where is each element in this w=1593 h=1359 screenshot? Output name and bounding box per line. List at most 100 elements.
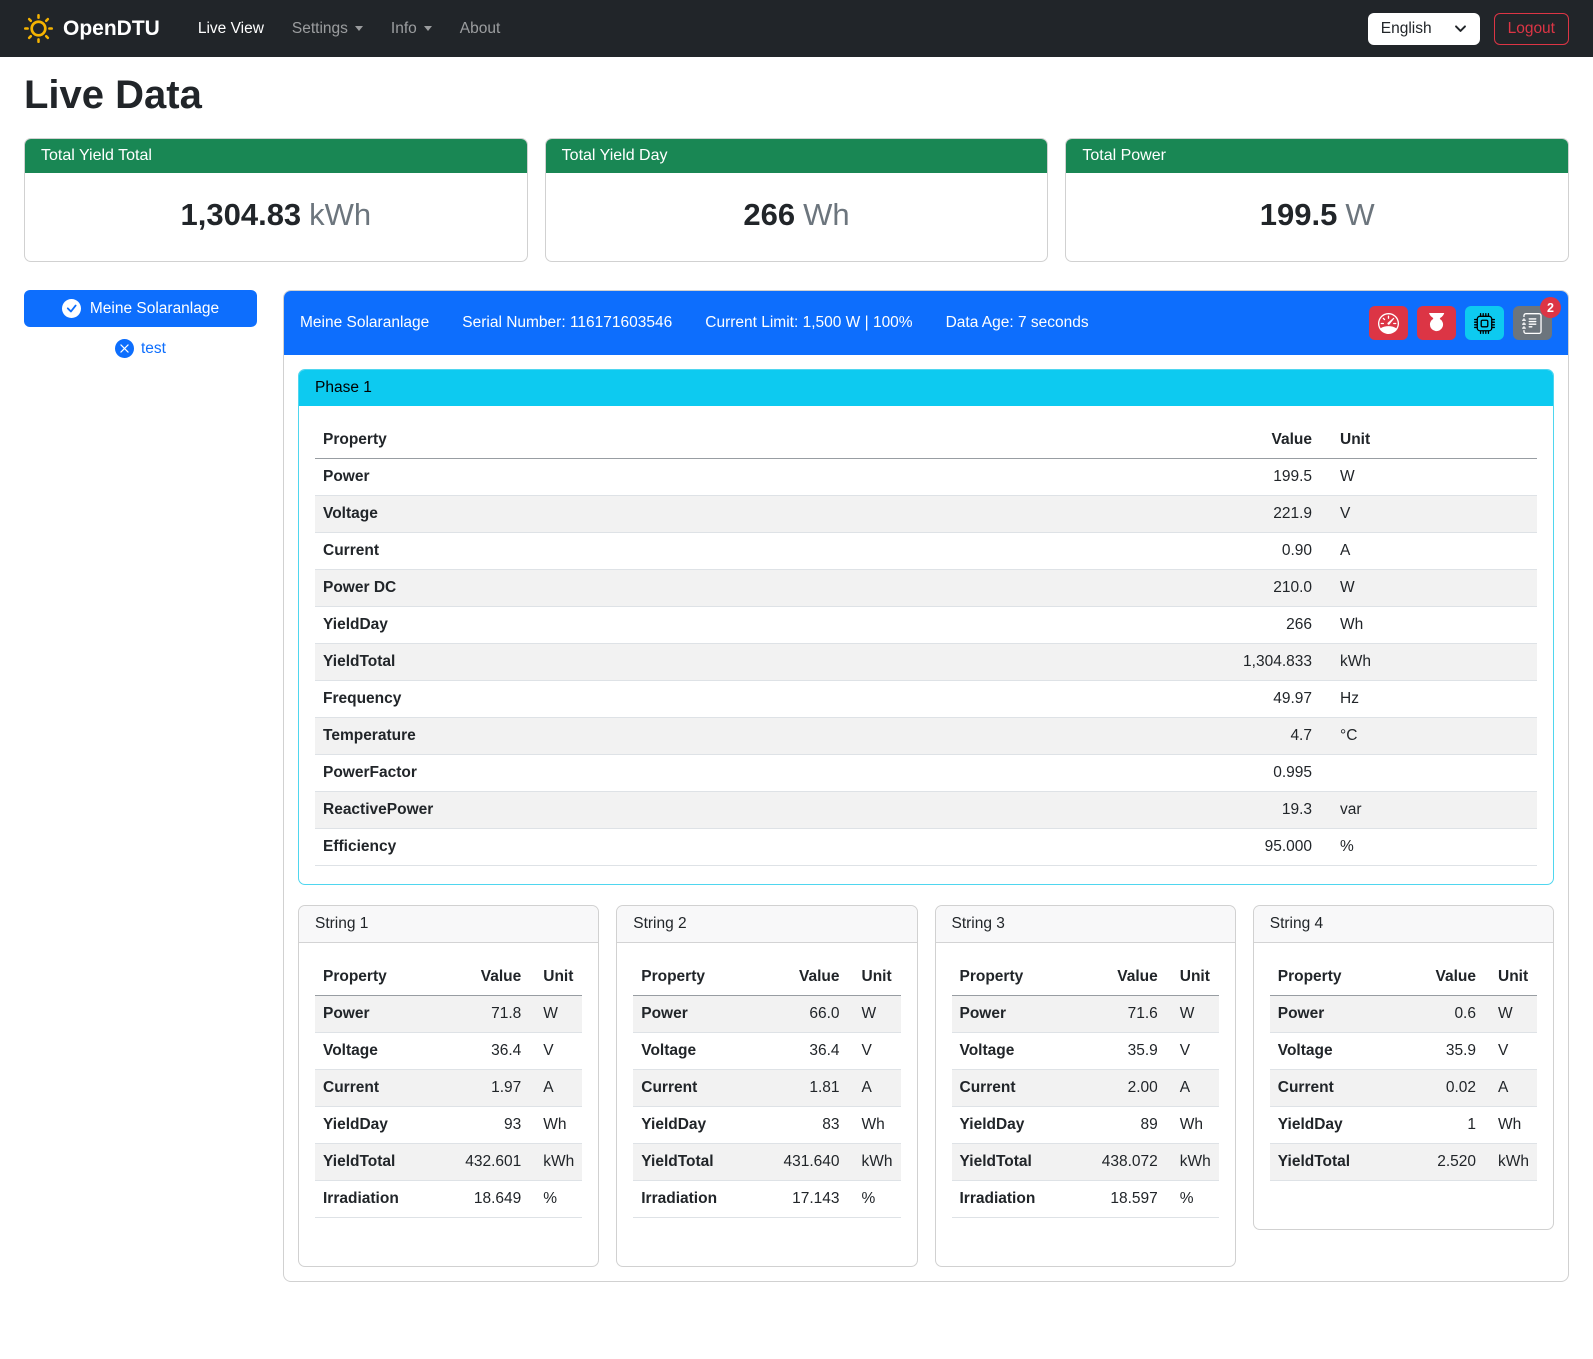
cpu-icon	[1474, 313, 1495, 334]
summary-card-title: Total Yield Total	[25, 139, 527, 173]
sun-icon	[24, 14, 53, 43]
table-row: Current 1.97 A	[315, 1070, 582, 1107]
table-row: Frequency 49.97 Hz	[315, 681, 1537, 718]
table-row: YieldDay 83 Wh	[633, 1107, 900, 1144]
summary-card-value: 1,304.83kWh	[25, 173, 527, 261]
sidebar-item-selected-inverter[interactable]: Meine Solaranlage	[24, 290, 257, 327]
nav-links: Live View Settings Info About	[184, 12, 514, 46]
summary-card: Total Power 199.5W	[1065, 138, 1569, 262]
table-row: Voltage 221.9 V	[315, 496, 1537, 533]
page-title: Live Data	[24, 73, 1569, 118]
language-select[interactable]: English	[1368, 13, 1480, 45]
table-row: YieldTotal 1,304.833 kWh	[315, 644, 1537, 681]
table-header-row: Property Value Unit	[633, 959, 900, 996]
table-row: Voltage 36.4 V	[633, 1033, 900, 1070]
table-row: Current 0.90 A	[315, 533, 1537, 570]
inverter-serial: Serial Number: 116171603546	[462, 314, 672, 332]
string-card-title: String 2	[617, 906, 916, 943]
summary-card: Total Yield Total 1,304.83kWh	[24, 138, 528, 262]
table-row: Irradiation 17.143 %	[633, 1181, 900, 1218]
caret-down-icon	[424, 26, 432, 31]
summary-card: Total Yield Day 266Wh	[545, 138, 1049, 262]
power-icon	[1426, 313, 1447, 334]
brand-name: OpenDTU	[63, 17, 160, 41]
table-row: Power 199.5 W	[315, 459, 1537, 496]
table-row: Current 2.00 A	[952, 1070, 1219, 1107]
table-header-row: Property Value Unit	[1270, 959, 1537, 996]
string-3-card: String 3 Property Value Unit	[935, 905, 1236, 1267]
inverter-card-header: Meine Solaranlage Serial Number: 1161716…	[284, 291, 1568, 355]
phase-card-title: Phase 1	[299, 370, 1553, 406]
power-button[interactable]	[1417, 306, 1456, 340]
string-4-card: String 4 Property Value Unit	[1253, 905, 1554, 1230]
table-header-row: Property Value Unit	[315, 422, 1537, 459]
table-row: YieldTotal 432.601 kWh	[315, 1144, 582, 1181]
top-navbar: OpenDTU Live View Settings Info About En…	[0, 0, 1593, 57]
logout-button[interactable]: Logout	[1494, 13, 1569, 45]
table-row: Power 71.8 W	[315, 996, 582, 1033]
phase-card: Phase 1 Property Value Unit	[298, 369, 1554, 885]
table-row: ReactivePower 19.3 var	[315, 792, 1537, 829]
table-row: Temperature 4.7 °C	[315, 718, 1537, 755]
summary-card-value: 199.5W	[1066, 173, 1568, 261]
table-row: Power 71.6 W	[952, 996, 1219, 1033]
inverter-limit: Current Limit: 1,500 W | 100%	[705, 314, 912, 332]
table-row: Power 66.0 W	[633, 996, 900, 1033]
caret-down-icon	[355, 26, 363, 31]
string-card-title: String 1	[299, 906, 598, 943]
nav-item-about[interactable]: About	[446, 12, 515, 46]
table-row: Power 0.6 W	[1270, 996, 1537, 1033]
table-row: Voltage 35.9 V	[952, 1033, 1219, 1070]
table-row: Voltage 35.9 V	[1270, 1033, 1537, 1070]
inverter-name: Meine Solaranlage	[300, 314, 429, 332]
string-1-table: Property Value Unit Power	[315, 959, 582, 1218]
summary-card-unit: W	[1345, 197, 1374, 232]
event-count-badge: 2	[1540, 297, 1561, 318]
table-row: YieldDay 1 Wh	[1270, 1107, 1537, 1144]
string-3-table: Property Value Unit Power	[952, 959, 1219, 1218]
summary-card-title: Total Power	[1066, 139, 1568, 173]
nav-item-settings[interactable]: Settings	[278, 12, 377, 46]
phase-table: Property Value Unit Power	[315, 422, 1537, 866]
table-row: YieldDay 266 Wh	[315, 607, 1537, 644]
table-row: Irradiation 18.597 %	[952, 1181, 1219, 1218]
string-1-card: String 1 Property Value Unit	[298, 905, 599, 1267]
table-row: Voltage 36.4 V	[315, 1033, 582, 1070]
summary-card-title: Total Yield Day	[546, 139, 1048, 173]
table-row: YieldTotal 438.072 kWh	[952, 1144, 1219, 1181]
table-row: PowerFactor 0.995	[315, 755, 1537, 792]
nav-item-live-view[interactable]: Live View	[184, 12, 278, 46]
table-row: YieldTotal 431.640 kWh	[633, 1144, 900, 1181]
table-header-row: Property Value Unit	[952, 959, 1219, 996]
inverter-sidebar: Meine Solaranlage test	[24, 290, 257, 358]
table-row: Efficiency 95.000 %	[315, 829, 1537, 866]
summary-cards-row: Total Yield Total 1,304.83kWh Total Yiel…	[24, 138, 1569, 262]
string-2-card: String 2 Property Value Unit	[616, 905, 917, 1267]
event-log-button[interactable]: 2	[1513, 306, 1552, 340]
string-card-title: String 4	[1254, 906, 1553, 943]
nav-item-info[interactable]: Info	[377, 12, 446, 46]
table-row: YieldDay 93 Wh	[315, 1107, 582, 1144]
string-card-title: String 3	[936, 906, 1235, 943]
sidebar-item-test-inverter[interactable]: test	[24, 339, 257, 358]
chevron-down-icon	[1454, 22, 1467, 35]
table-row: YieldDay 89 Wh	[952, 1107, 1219, 1144]
inverter-card: Meine Solaranlage Serial Number: 1161716…	[283, 290, 1569, 1282]
device-info-button[interactable]	[1465, 306, 1504, 340]
table-row: Current 0.02 A	[1270, 1070, 1537, 1107]
inverter-data-age: Data Age: 7 seconds	[946, 314, 1089, 332]
x-circle-icon	[115, 339, 134, 358]
summary-card-value: 266Wh	[546, 173, 1048, 261]
brand[interactable]: OpenDTU	[24, 14, 160, 43]
string-4-table: Property Value Unit Power	[1270, 959, 1537, 1181]
table-row: Irradiation 18.649 %	[315, 1181, 582, 1218]
summary-card-unit: kWh	[309, 197, 371, 232]
table-row: Power DC 210.0 W	[315, 570, 1537, 607]
speedometer-icon	[1378, 313, 1399, 334]
check-circle-icon	[62, 299, 81, 318]
summary-card-unit: Wh	[803, 197, 850, 232]
journal-text-icon	[1522, 313, 1543, 334]
limit-settings-button[interactable]	[1369, 306, 1408, 340]
inverter-actions: 2	[1369, 306, 1552, 340]
table-row: YieldTotal 2.520 kWh	[1270, 1144, 1537, 1181]
